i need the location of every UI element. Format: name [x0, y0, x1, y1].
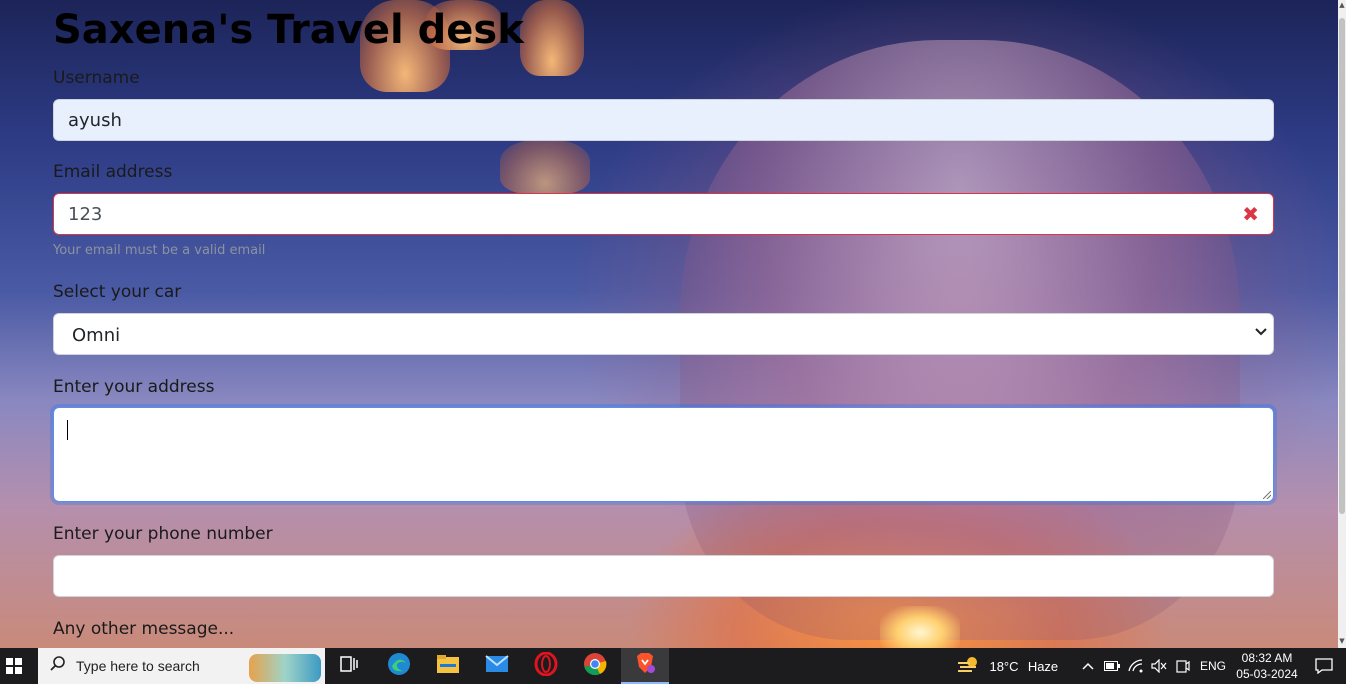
speaker-muted-icon[interactable] — [1149, 648, 1169, 684]
text-cursor — [67, 420, 68, 440]
clock-time: 08:32 AM — [1241, 651, 1293, 665]
address-textarea[interactable] — [53, 407, 1274, 502]
weather-condition: Haze — [1027, 658, 1059, 674]
scroll-up-icon[interactable]: ▲ — [1338, 0, 1346, 10]
brave-button[interactable] — [621, 648, 669, 684]
scrollbar[interactable]: ▲ ▼ — [1338, 0, 1346, 648]
car-selected-value: Omni — [72, 325, 121, 346]
phone-input[interactable] — [53, 555, 1274, 597]
error-icon: ✖ — [1242, 202, 1259, 226]
taskbar: Type here to search 18°C Haze ENG 08:32 … — [0, 648, 1346, 684]
car-label: Select your car — [53, 282, 182, 302]
email-input[interactable]: 123 ✖ — [53, 193, 1274, 235]
sky-lantern-small — [520, 0, 584, 76]
opera-button[interactable] — [522, 648, 570, 684]
phone-label: Enter your phone number — [53, 524, 273, 544]
brave-icon — [633, 651, 657, 679]
file-explorer-button[interactable] — [424, 648, 472, 684]
windows-start-button[interactable] — [0, 648, 28, 684]
chevron-down-icon — [1255, 325, 1267, 341]
haze-icon — [956, 655, 980, 678]
task-view-button[interactable] — [325, 648, 373, 684]
edge-button[interactable] — [375, 648, 423, 684]
chevron-up-icon[interactable] — [1078, 648, 1098, 684]
chrome-icon — [583, 652, 607, 680]
task-view-icon — [340, 656, 358, 676]
windows-logo-icon — [6, 658, 22, 674]
resize-handle-icon[interactable] — [1263, 491, 1271, 499]
clock-date: 05-03-2024 — [1236, 667, 1298, 681]
opera-icon — [534, 651, 558, 680]
mail-icon — [485, 655, 509, 677]
file-explorer-icon — [436, 654, 460, 678]
username-label: Username — [53, 68, 140, 88]
email-value: 123 — [68, 204, 103, 225]
email-help-text: Your email must be a valid email — [53, 243, 266, 258]
username-input[interactable]: ayush — [53, 99, 1274, 141]
car-select[interactable]: Omni — [53, 313, 1274, 355]
notification-icon[interactable] — [1306, 648, 1342, 684]
search-placeholder: Type here to search — [76, 658, 200, 674]
lantern-flame — [880, 606, 960, 648]
address-label: Enter your address — [53, 377, 215, 397]
weather-temperature: 18°C — [989, 658, 1019, 674]
username-value: ayush — [68, 110, 122, 131]
message-label: Any other message... — [53, 619, 235, 639]
search-icon — [50, 656, 66, 676]
page-title: Saxena's Travel desk — [53, 7, 524, 53]
mail-button[interactable] — [473, 648, 521, 684]
language-indicator[interactable]: ENG — [1198, 648, 1228, 684]
weather-button[interactable] — [955, 648, 981, 684]
wifi-icon[interactable] — [1126, 648, 1146, 684]
scrollbar-thumb[interactable] — [1339, 18, 1345, 514]
sky-lantern-small — [500, 140, 590, 194]
meet-now-icon[interactable] — [1173, 648, 1193, 684]
search-highlight-image — [249, 654, 321, 682]
clock[interactable]: 08:32 AM 05-03-2024 — [1232, 648, 1302, 684]
email-label: Email address — [53, 162, 173, 182]
edge-icon — [387, 652, 411, 680]
battery-icon[interactable] — [1102, 648, 1122, 684]
scroll-down-icon[interactable]: ▼ — [1338, 636, 1346, 646]
chrome-button[interactable] — [571, 648, 619, 684]
taskbar-search[interactable]: Type here to search — [38, 648, 325, 684]
